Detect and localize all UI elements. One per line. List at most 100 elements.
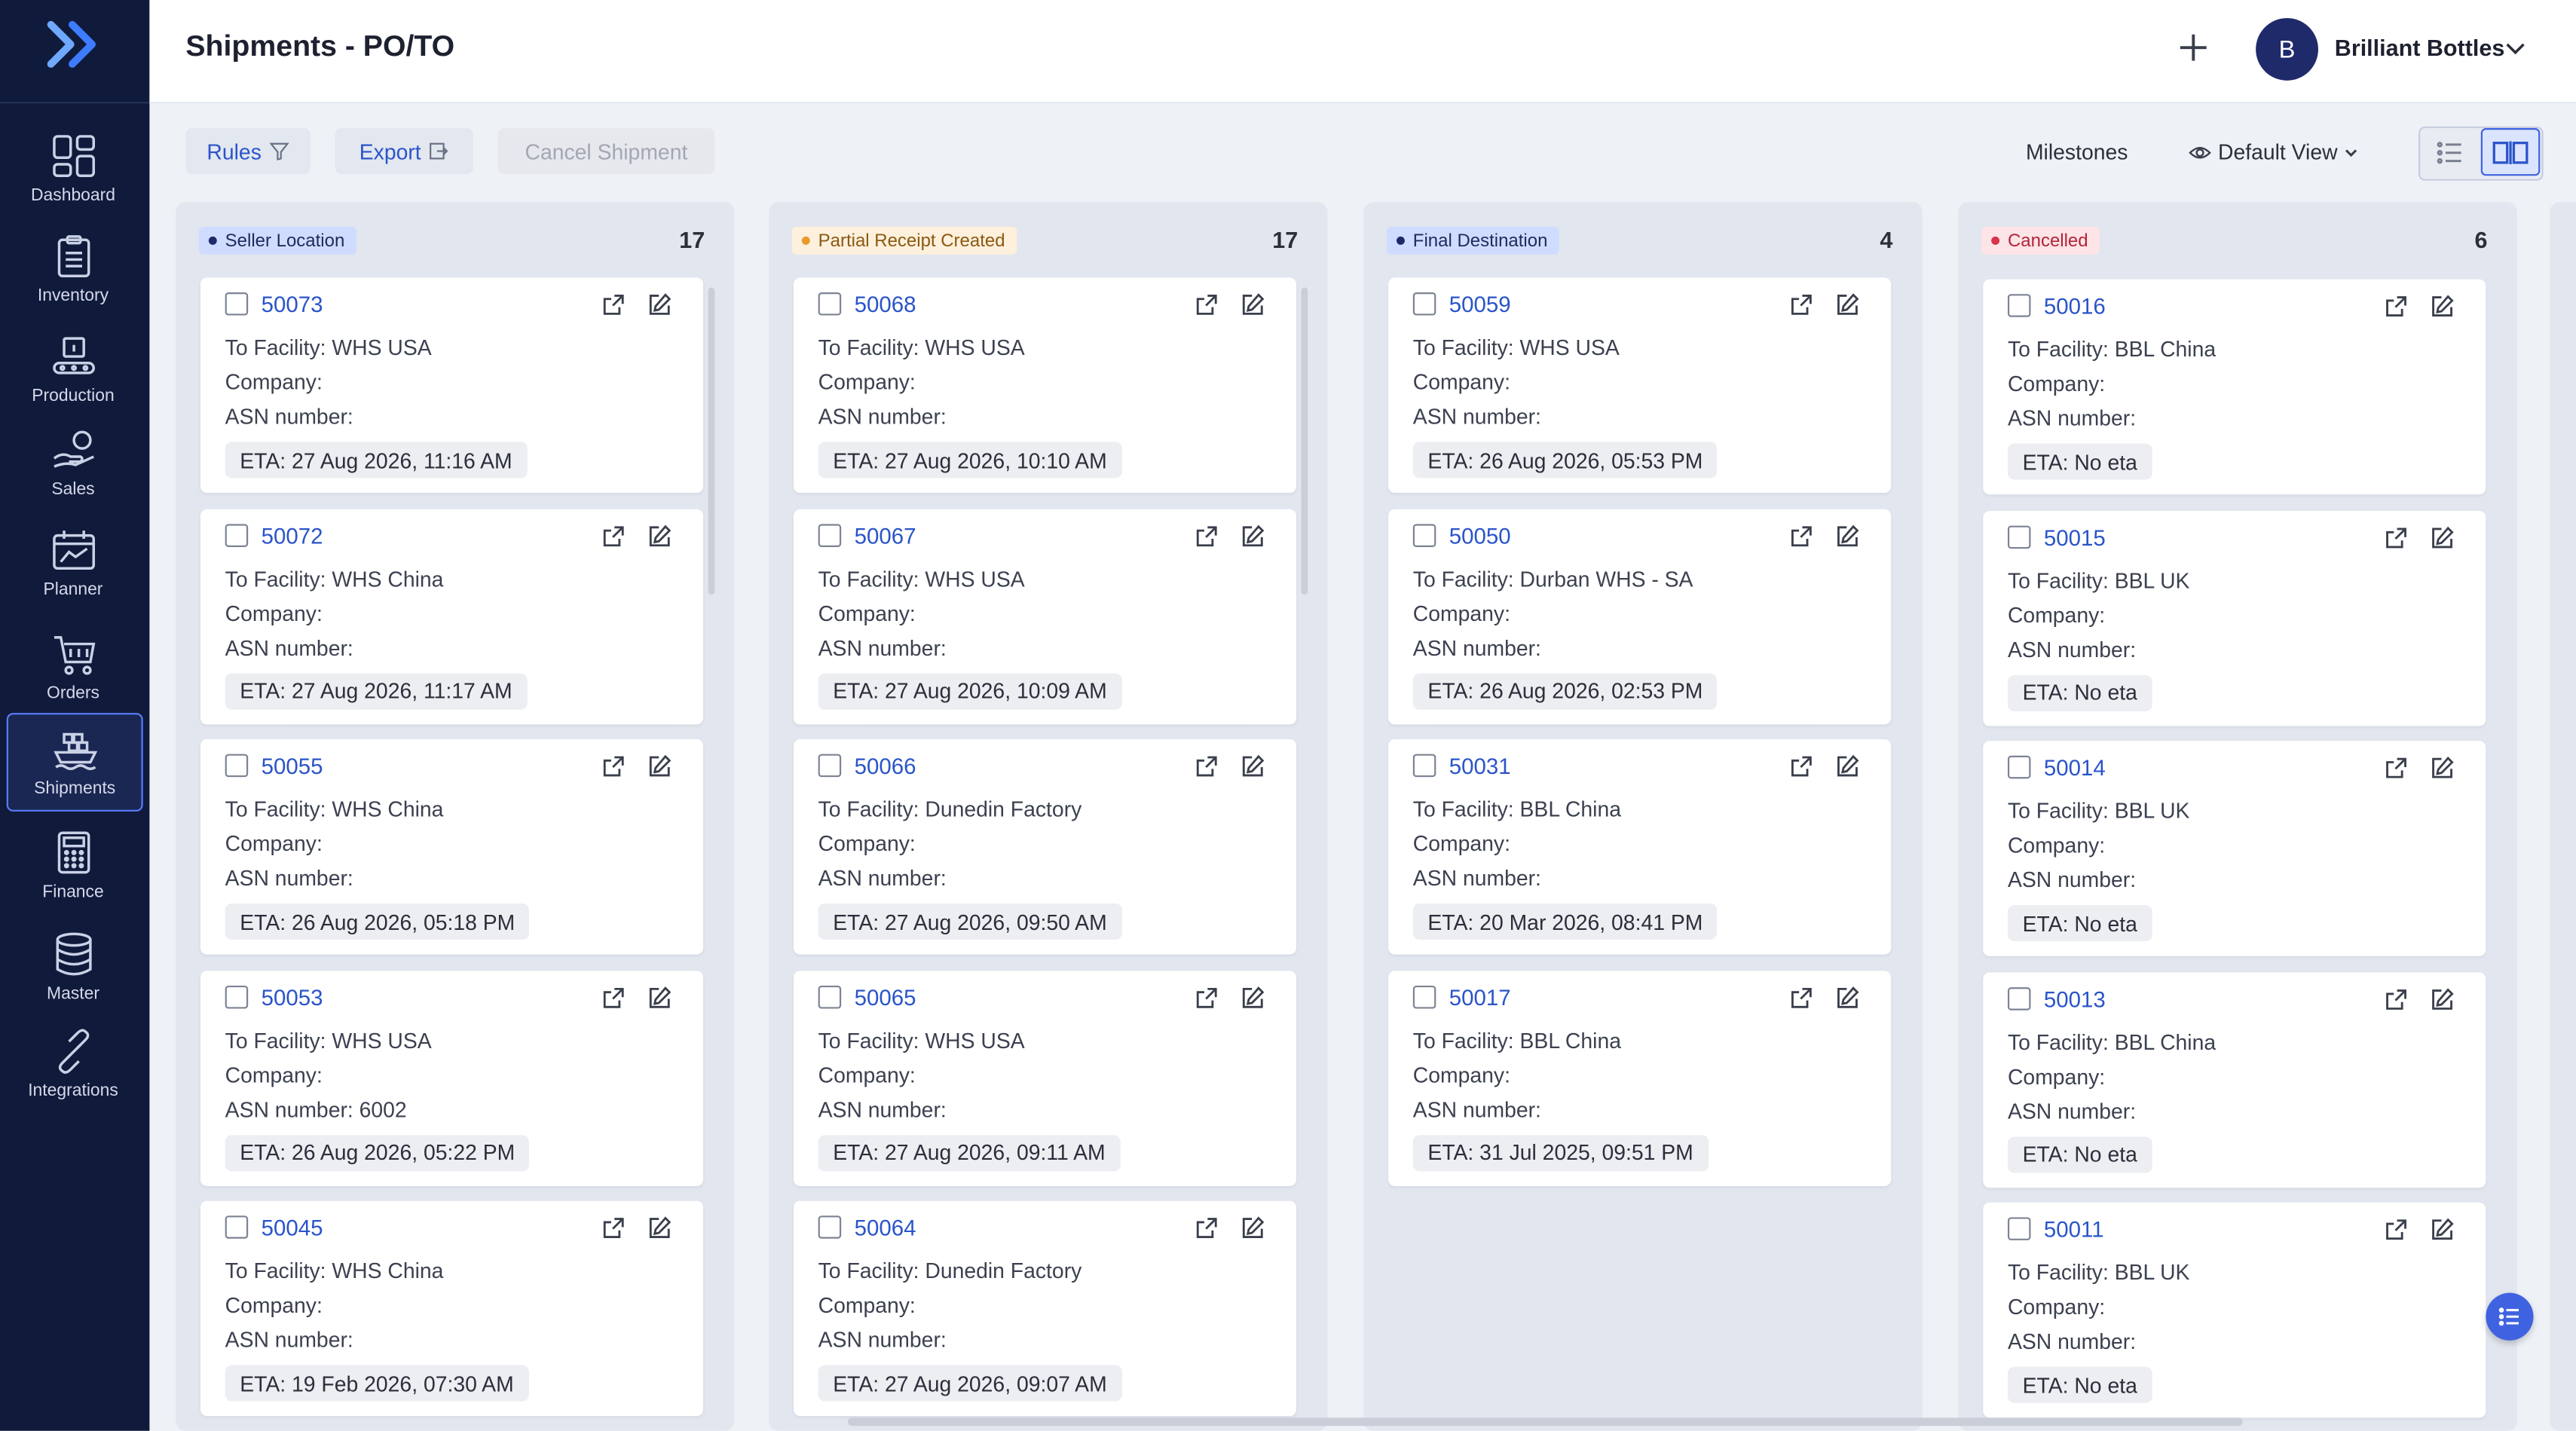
shipment-id-link[interactable]: 50045 <box>262 1215 323 1240</box>
shipment-id-link[interactable]: 50068 <box>855 292 916 317</box>
sidebar-item-master[interactable]: Master <box>7 920 140 1015</box>
default-view-dropdown[interactable]: Default View <box>2189 139 2366 164</box>
select-checkbox[interactable] <box>225 523 249 546</box>
column-scrollbar[interactable] <box>708 287 715 595</box>
select-checkbox[interactable] <box>1412 754 1436 778</box>
select-checkbox[interactable] <box>2007 986 2031 1010</box>
shipment-id-link[interactable]: 50013 <box>2044 986 2106 1011</box>
select-checkbox[interactable] <box>225 984 249 1008</box>
select-checkbox[interactable] <box>2007 755 2031 779</box>
select-checkbox[interactable] <box>2007 1217 2031 1240</box>
shipment-card[interactable]: 50066 To Facility: Dunedin Factory Company… <box>793 739 1297 955</box>
open-in-new-icon[interactable] <box>1789 985 1814 1010</box>
edit-icon[interactable] <box>1241 754 1265 779</box>
sidebar-item-orders[interactable]: Orders <box>7 619 140 714</box>
shipment-id-link[interactable]: 50055 <box>262 754 323 779</box>
shipment-id-link[interactable]: 50066 <box>855 754 916 779</box>
shipment-card[interactable]: 50014 To Facility: BBL UK Company: ASN numb… <box>1983 741 2486 956</box>
select-checkbox[interactable] <box>1412 523 1436 546</box>
edit-icon[interactable] <box>1241 1215 1265 1240</box>
shipment-card[interactable]: 50016 To Facility: BBL China Company: ASN n… <box>1983 279 2486 495</box>
sidebar-item-shipments[interactable]: Shipments <box>6 713 143 812</box>
select-checkbox[interactable] <box>818 523 842 546</box>
shipment-id-link[interactable]: 50073 <box>262 292 323 317</box>
select-checkbox[interactable] <box>818 292 842 316</box>
select-checkbox[interactable] <box>225 1215 249 1239</box>
open-in-new-icon[interactable] <box>2384 294 2409 319</box>
sidebar-item-production[interactable]: Production <box>7 322 140 417</box>
select-checkbox[interactable] <box>818 1215 842 1239</box>
shipment-id-link[interactable]: 50031 <box>1449 754 1511 779</box>
open-in-new-icon[interactable] <box>2384 756 2409 781</box>
open-in-new-icon[interactable] <box>601 292 626 317</box>
shipment-card[interactable]: 50065 To Facility: WHS USA Company: ASN num… <box>793 970 1297 1185</box>
chevron-down-icon[interactable] <box>2504 36 2527 60</box>
shipment-id-link[interactable]: 50011 <box>2044 1217 2104 1242</box>
floating-list-button[interactable] <box>2486 1292 2534 1341</box>
open-in-new-icon[interactable] <box>601 754 626 779</box>
open-in-new-icon[interactable] <box>2384 525 2409 550</box>
shipment-card[interactable]: 50072 To Facility: WHS China Company: ASN n… <box>200 508 704 724</box>
edit-icon[interactable] <box>647 754 672 779</box>
shipment-card[interactable]: 50067 To Facility: WHS USA Company: ASN num… <box>793 508 1297 724</box>
shipment-card[interactable]: 50017 To Facility: BBL China Company: ASN n… <box>1388 970 1892 1185</box>
shipment-card[interactable]: 50055 To Facility: WHS China Company: ASN n… <box>200 739 704 955</box>
select-checkbox[interactable] <box>2007 524 2031 549</box>
sidebar-item-inventory[interactable]: Inventory <box>7 222 140 316</box>
shipment-id-link[interactable]: 50067 <box>855 523 916 548</box>
shipment-id-link[interactable]: 50065 <box>855 985 916 1010</box>
board-view-button[interactable] <box>2480 128 2541 176</box>
select-checkbox[interactable] <box>1412 984 1436 1008</box>
select-checkbox[interactable] <box>225 754 249 778</box>
open-in-new-icon[interactable] <box>601 1215 626 1240</box>
edit-icon[interactable] <box>1835 292 1860 317</box>
horizontal-scrollbar[interactable] <box>847 1417 2243 1426</box>
edit-icon[interactable] <box>1835 523 1860 548</box>
shipment-id-link[interactable]: 50059 <box>1449 292 1511 317</box>
edit-icon[interactable] <box>1241 985 1265 1010</box>
shipment-card[interactable]: 50050 To Facility: Durban WHS - SA Company… <box>1388 508 1892 724</box>
edit-icon[interactable] <box>647 523 672 548</box>
edit-icon[interactable] <box>647 985 672 1010</box>
plus-icon[interactable] <box>2175 29 2211 66</box>
select-checkbox[interactable] <box>818 984 842 1008</box>
edit-icon[interactable] <box>2430 986 2455 1011</box>
sidebar-item-dashboard[interactable]: Dashboard <box>7 121 140 216</box>
double-chevron-logo-icon[interactable] <box>46 20 102 69</box>
sidebar-item-finance[interactable]: Finance <box>7 818 140 913</box>
open-in-new-icon[interactable] <box>1789 292 1814 317</box>
select-checkbox[interactable] <box>225 292 249 316</box>
company-name[interactable]: Brilliant Bottles <box>2335 35 2505 61</box>
shipment-card[interactable]: 50013 To Facility: BBL China Company: ASN n… <box>1983 971 2486 1188</box>
open-in-new-icon[interactable] <box>601 985 626 1010</box>
shipment-card[interactable]: 50045 To Facility: WHS China Company: ASN n… <box>200 1200 704 1417</box>
milestones-link[interactable]: Milestones <box>2026 139 2128 164</box>
shipment-card[interactable]: 50073 To Facility: WHS USA Company: ASN num… <box>200 277 704 493</box>
open-in-new-icon[interactable] <box>2384 986 2409 1011</box>
open-in-new-icon[interactable] <box>1195 754 1219 779</box>
edit-icon[interactable] <box>1835 754 1860 779</box>
open-in-new-icon[interactable] <box>2384 1217 2409 1242</box>
open-in-new-icon[interactable] <box>1195 985 1219 1010</box>
edit-icon[interactable] <box>2430 756 2455 781</box>
sidebar-item-sales[interactable]: Sales <box>7 416 140 511</box>
cancel-shipment-button[interactable]: Cancel Shipment <box>497 128 715 175</box>
open-in-new-icon[interactable] <box>601 523 626 548</box>
edit-icon[interactable] <box>2430 294 2455 319</box>
sidebar-item-integrations[interactable]: Integrations <box>7 1017 140 1111</box>
edit-icon[interactable] <box>1241 292 1265 317</box>
export-button[interactable]: Export <box>335 128 473 175</box>
shipment-card[interactable]: 50011 To Facility: BBL UK Company: ASN numb… <box>1983 1202 2486 1418</box>
shipment-id-link[interactable]: 50072 <box>262 523 323 548</box>
rules-button[interactable]: Rules <box>185 128 311 175</box>
edit-icon[interactable] <box>647 1215 672 1240</box>
edit-icon[interactable] <box>647 292 672 317</box>
shipment-card[interactable]: 50068 To Facility: WHS USA Company: ASN num… <box>793 277 1297 493</box>
shipment-id-link[interactable]: 50014 <box>2044 756 2106 781</box>
shipment-id-link[interactable]: 50053 <box>262 985 323 1010</box>
shipment-card[interactable]: 50053 To Facility: WHS USA Company: ASN num… <box>200 970 704 1185</box>
shipment-card[interactable]: 50064 To Facility: Dunedin Factory Company… <box>793 1200 1297 1417</box>
edit-icon[interactable] <box>1241 523 1265 548</box>
open-in-new-icon[interactable] <box>1789 523 1814 548</box>
edit-icon[interactable] <box>1835 985 1860 1010</box>
